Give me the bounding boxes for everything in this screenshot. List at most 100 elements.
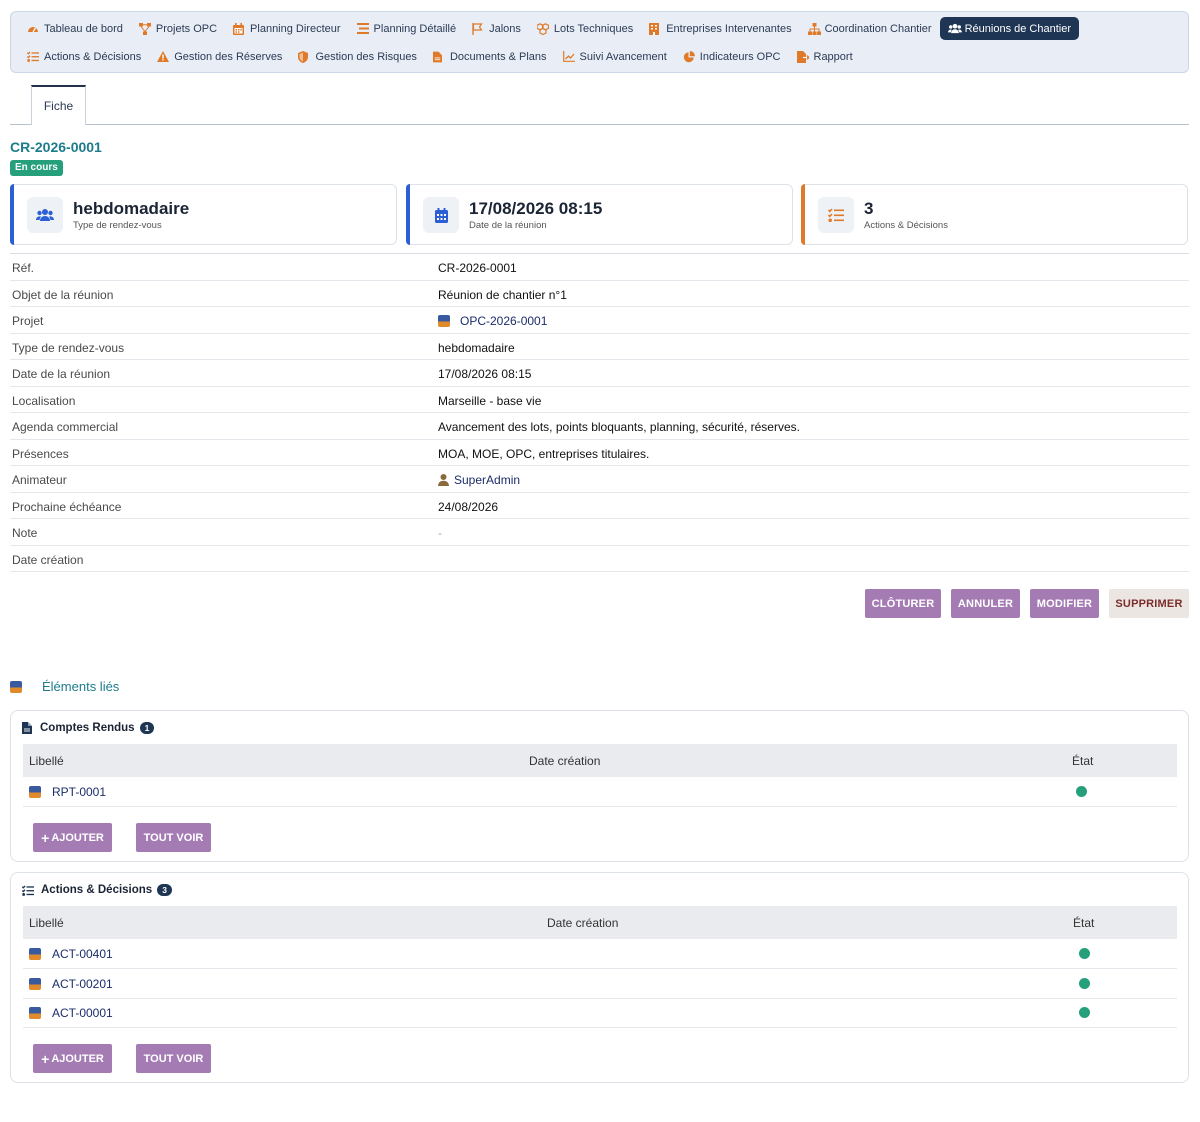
page-title: CR-2026-0001 [10,139,102,155]
detail-key: Projet [12,314,44,328]
add-label: AJOUTER [51,831,104,844]
nav-item-indicateurs-opc[interactable]: Indicateurs OPC [675,45,789,68]
list-check-icon [818,197,854,233]
detail-value: Marseille - base vie [438,394,541,408]
nav-item-planning-directeur[interactable]: Planning Directeur [225,17,349,40]
detail-value-text: MOA, MOE, OPC, entreprises titulaires. [438,446,650,461]
nav-item-coordination-chantier[interactable]: Coordination Chantier [800,17,940,40]
detail-value-text: 17/08/2026 08:15 [438,367,532,381]
nav-item-entreprises-intervenantes[interactable]: Entreprises Intervenantes [641,17,799,40]
nav-item-gestion-des-reserves[interactable]: Gestion des Réserves [149,45,290,68]
nav-item-tableau-de-bord[interactable]: Tableau de bord [19,17,131,40]
status-badge: En cours [10,160,63,176]
chart-pie-icon [683,50,695,63]
detail-key: Animateur [12,473,67,487]
detail-value-text: 24/08/2026 [438,499,499,514]
detail-value-text[interactable]: OPC-2026-0001 [460,314,547,328]
detail-key: Date création [12,552,84,567]
detail-row: Agenda commercial Avancement des lots, po… [10,413,1189,440]
nav-item-actions-decisions[interactable]: Actions & Décisions [19,45,149,68]
shield-icon [298,50,310,63]
card-label: Actions & Décisions [864,220,948,231]
detail-value-text: Marseille - base vie [438,393,542,408]
detail-value[interactable]: OPC-2026-0001 [438,314,547,328]
nav-item-label: Jalons [489,22,521,35]
detail-key: Localisation [12,393,76,408]
edit-button[interactable]: MODIFIER [1030,589,1099,618]
detail-value-text: hebdomadaire [438,340,515,355]
table-row[interactable]: ACT-00201 [23,969,1177,999]
view-all-reports-button[interactable]: TOUT VOIR [136,823,211,852]
detail-key: Note [12,526,38,540]
user-icon [438,474,449,486]
decisions-panel-title: Actions & Décisions 3 [22,884,172,896]
nav-item-jalons[interactable]: Jalons [464,17,529,40]
opc-icon [29,948,41,960]
decisions-table-header: Libellé Date création État [23,906,1177,939]
row-label-text[interactable]: ACT-00001 [52,1006,113,1020]
detail-value: Réunion de chantier n°1 [438,288,567,302]
row-label-text[interactable]: RPT-0001 [52,785,106,799]
nav-item-suivi-avancement[interactable]: Suivi Avancement [555,45,675,68]
tab-bar: Fiche [10,85,1189,125]
top-navigation: Tableau de bord Projets OPC Planning Direc… [10,11,1189,73]
col-label: Libellé [29,754,64,768]
nav-item-label: Entreprises Intervenantes [666,22,792,35]
close-button[interactable]: CLÔTURER [865,589,941,618]
detail-row: Note - [10,519,1189,546]
row-label[interactable]: ACT-00201 [29,977,113,991]
dashboard-icon [27,23,39,35]
detail-value: hebdomadaire [438,341,515,355]
nav-item-projets-opc[interactable]: Projets OPC [131,17,225,40]
opc-icon [10,680,22,693]
nav-item-rapport[interactable]: Rapport [789,45,861,68]
row-label[interactable]: ACT-00001 [29,1006,113,1020]
file-export-icon [796,50,810,63]
nav-item-planning-detaille[interactable]: Planning Détaillé [349,17,465,40]
add-label: AJOUTER [51,1052,104,1065]
detail-key: Type de rendez-vous [12,340,125,355]
nav-item-gestion-des-risques[interactable]: Gestion des Risques [290,45,425,68]
detail-row: Réf. CR-2026-0001 [10,254,1189,281]
chart-line-icon [562,50,575,63]
table-row[interactable]: ACT-00001 [23,998,1177,1028]
row-label-text[interactable]: ACT-00401 [52,947,113,961]
nav-item-label: Suivi Avancement [579,50,667,63]
detail-key: Agenda commercial [12,420,119,434]
card-value: hebdomadaire [73,199,190,218]
detail-value-text: - [438,526,442,540]
nav-item-lots-techniques[interactable]: Lots Techniques [529,17,641,40]
add-report-button[interactable]: + AJOUTER [33,823,112,852]
delete-button[interactable]: SUPPRIMER [1109,589,1189,618]
detail-key: Prochaine échéance [12,499,122,514]
reports-title: Comptes Rendus [40,722,135,734]
row-label[interactable]: ACT-00401 [29,947,113,961]
project-diagram-icon [138,22,151,35]
status-dot [1079,1007,1090,1018]
status-dot [1079,978,1090,989]
view-all-decisions-button[interactable]: TOUT VOIR [136,1044,211,1073]
nav-item-label: Réunions de Chantier [964,22,1071,35]
detail-key: Présences [12,446,69,461]
reports-table-header: Libellé Date création État [23,744,1177,777]
row-label-text[interactable]: ACT-00201 [52,977,113,991]
nav-item-documents-plans[interactable]: Documents & Plans [425,45,555,68]
nav-item-reunions-de-chantier[interactable]: Réunions de Chantier [939,17,1079,40]
card-label: Date de la réunion [469,220,547,231]
detail-value[interactable]: SuperAdmin [438,473,520,487]
detail-value-text[interactable]: SuperAdmin [454,473,520,487]
cancel-button[interactable]: ANNULER [951,589,1020,618]
table-row[interactable]: RPT-0001 [23,777,1177,807]
card-accent-bar [406,184,410,245]
tab-fiche[interactable]: Fiche [31,85,86,125]
reports-count-badge: 1 [139,722,155,734]
linked-elements-heading: Éléments liés [10,679,119,694]
col-state: État [1072,754,1094,768]
col-date: Date création [547,916,619,930]
card-actions-count: 3 Actions & Décisions [801,184,1188,245]
building-icon [649,22,661,35]
add-decision-button[interactable]: + AJOUTER [33,1044,112,1073]
table-row[interactable]: ACT-00401 [23,939,1177,969]
row-label[interactable]: RPT-0001 [29,785,106,799]
detail-row: Animateur SuperAdmin [10,466,1189,493]
